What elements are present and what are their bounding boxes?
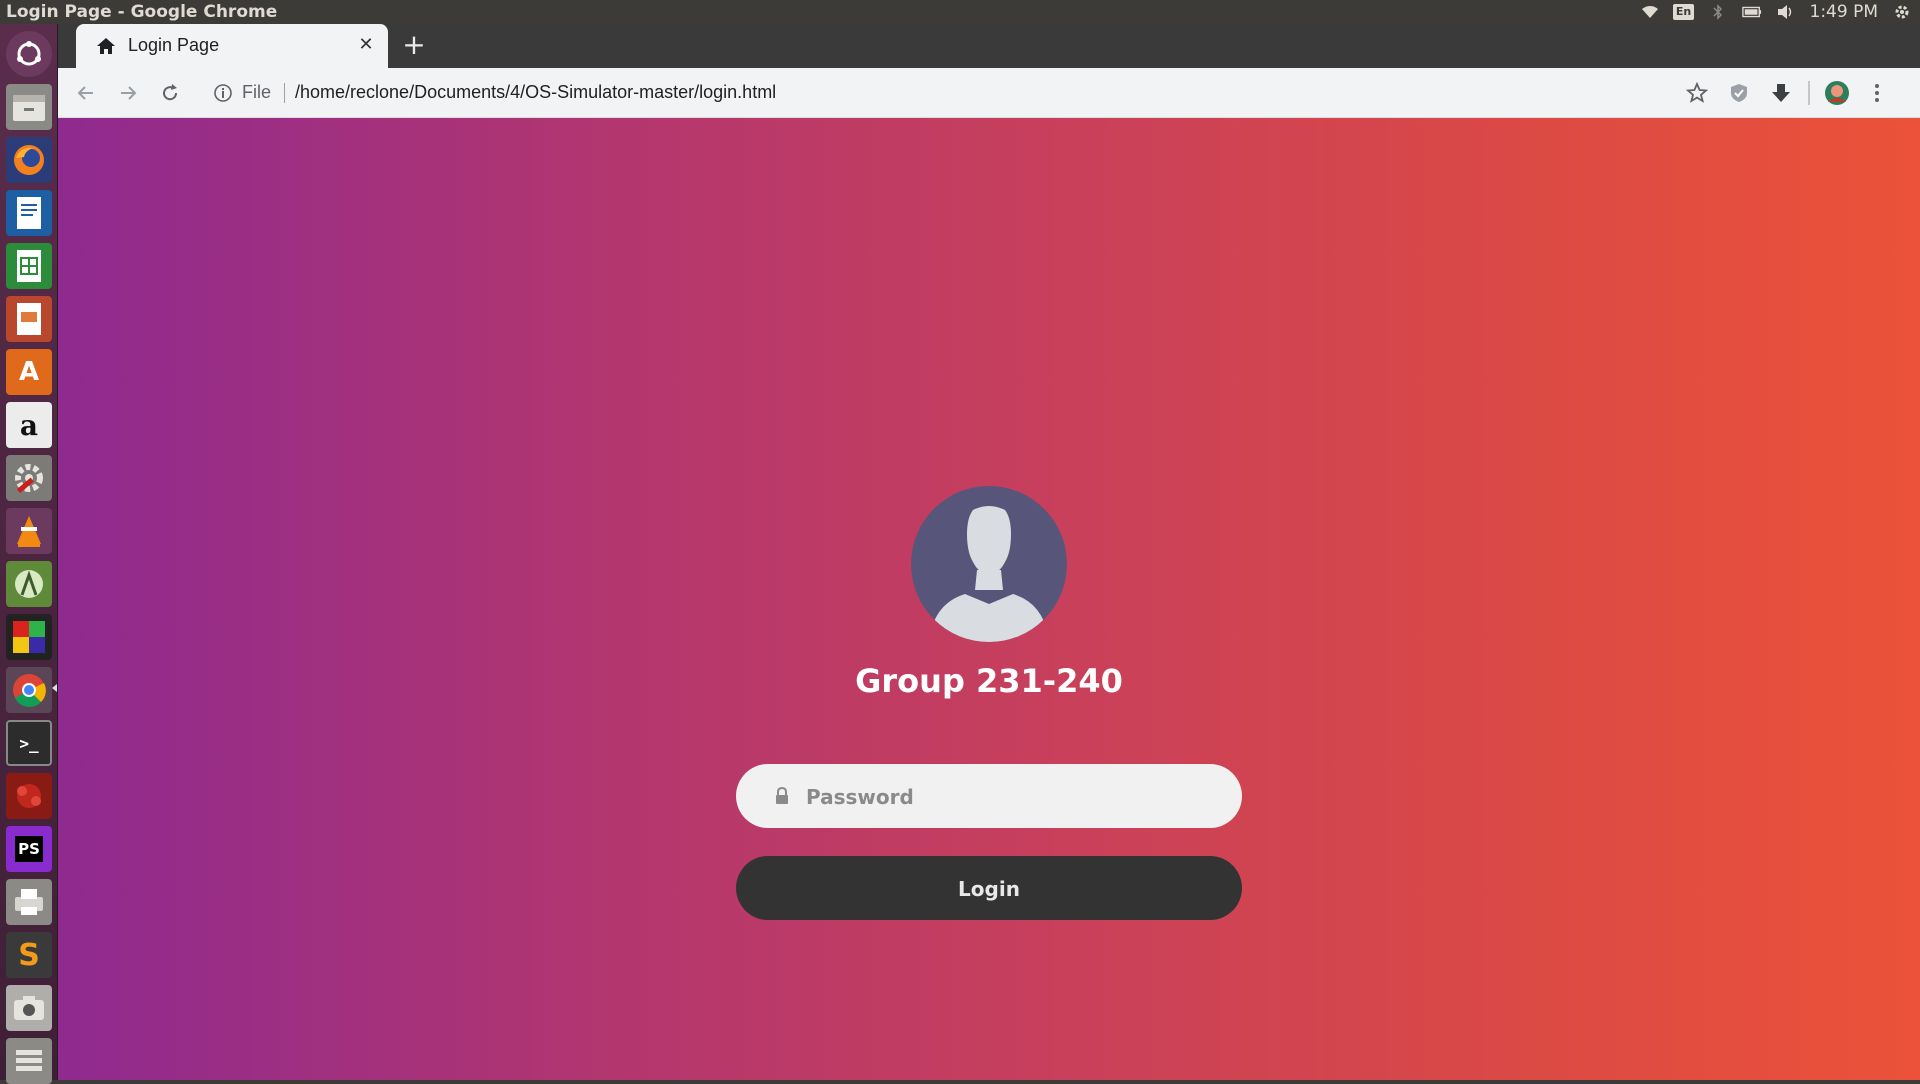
shield-extension-button[interactable] xyxy=(1724,78,1754,108)
amazon-icon[interactable]: a xyxy=(6,402,52,448)
vlc-icon[interactable] xyxy=(6,508,52,554)
forward-arrow-icon xyxy=(121,86,137,100)
printer-icon[interactable] xyxy=(6,879,52,925)
system-top-bar: Login Page - Google Chrome En 1:49 PM xyxy=(0,0,1920,24)
back-arrow-icon xyxy=(77,86,93,100)
profile-avatar-icon xyxy=(1825,81,1849,105)
android-studio-icon[interactable] xyxy=(6,561,52,607)
reload-icon xyxy=(163,84,178,101)
kebab-menu-icon xyxy=(1875,84,1879,102)
shield-icon xyxy=(1731,84,1747,102)
libreoffice-calc-icon[interactable] xyxy=(6,243,52,289)
files-icon[interactable] xyxy=(6,84,52,130)
chrome-icon[interactable] xyxy=(6,667,52,713)
toolbar-divider xyxy=(1808,81,1810,105)
chrome-menu-button[interactable] xyxy=(1862,78,1892,108)
home-icon xyxy=(96,36,116,56)
tab-login-page[interactable]: Login Page ✕ xyxy=(76,24,388,68)
bluetooth-icon[interactable] xyxy=(1708,3,1728,21)
sublime-text-icon[interactable]: S xyxy=(6,932,52,978)
close-tab-icon[interactable]: ✕ xyxy=(356,34,376,55)
active-app-indicator xyxy=(52,684,57,692)
password-field[interactable] xyxy=(736,764,1242,830)
login-form: Group 231-240 Login xyxy=(736,486,1242,926)
password-input[interactable] xyxy=(804,764,1218,830)
firefox-icon[interactable] xyxy=(6,137,52,183)
launcher: A a >_ PS S xyxy=(0,24,58,1084)
reload-button[interactable] xyxy=(156,79,184,107)
profile-avatar-button[interactable] xyxy=(1822,78,1852,108)
terminal-icon[interactable]: >_ xyxy=(6,720,52,766)
wine-icon[interactable] xyxy=(6,773,52,819)
camera-icon[interactable] xyxy=(6,985,52,1031)
scheme-label: File xyxy=(242,82,272,102)
clock[interactable]: 1:49 PM xyxy=(1810,0,1879,24)
tab-strip: Login Page ✕ + xyxy=(58,24,1920,68)
star-icon xyxy=(1686,82,1708,103)
forward-button[interactable] xyxy=(114,79,142,107)
libreoffice-writer-icon[interactable] xyxy=(6,190,52,236)
url-text[interactable]: /home/reclone/Documents/4/OS-Simulator-m… xyxy=(295,82,776,103)
download-extension-button[interactable] xyxy=(1766,78,1796,108)
site-info-icon[interactable] xyxy=(212,82,234,104)
battery-icon[interactable] xyxy=(1741,3,1762,21)
ubuntu-software-icon[interactable]: A xyxy=(6,349,52,395)
address-bar[interactable]: File /home/reclone/Documents/4/OS-Simula… xyxy=(204,77,1624,109)
omnibox-divider xyxy=(284,83,285,103)
libreoffice-impress-icon[interactable] xyxy=(6,296,52,342)
keyboard-layout-indicator[interactable]: En xyxy=(1672,3,1695,21)
tab-title: Login Page xyxy=(128,35,220,55)
login-page: Group 231-240 Login xyxy=(58,118,1920,1080)
lock-icon xyxy=(774,786,790,806)
new-tab-button[interactable]: + xyxy=(398,30,430,62)
trash-stack-icon[interactable] xyxy=(6,1038,52,1084)
wifi-icon[interactable] xyxy=(1640,3,1660,21)
bookmark-star-button[interactable] xyxy=(1682,78,1712,108)
volume-icon[interactable] xyxy=(1776,3,1796,21)
back-button[interactable] xyxy=(72,79,100,107)
browser-toolbar: File /home/reclone/Documents/4/OS-Simula… xyxy=(58,68,1920,118)
login-button[interactable]: Login xyxy=(736,856,1242,920)
dash-home-icon[interactable] xyxy=(6,31,52,77)
page-title: Group 231-240 xyxy=(855,662,1123,700)
system-tray: En 1:49 PM xyxy=(1640,0,1913,24)
phpstorm-icon[interactable]: PS xyxy=(6,826,52,872)
user-avatar-icon xyxy=(911,486,1067,642)
session-gear-icon[interactable] xyxy=(1892,3,1912,21)
download-arrow-icon xyxy=(1772,84,1790,102)
system-settings-icon[interactable] xyxy=(6,455,52,501)
colorful-app-icon[interactable] xyxy=(6,614,52,660)
window-title: Login Page - Google Chrome xyxy=(6,2,278,22)
